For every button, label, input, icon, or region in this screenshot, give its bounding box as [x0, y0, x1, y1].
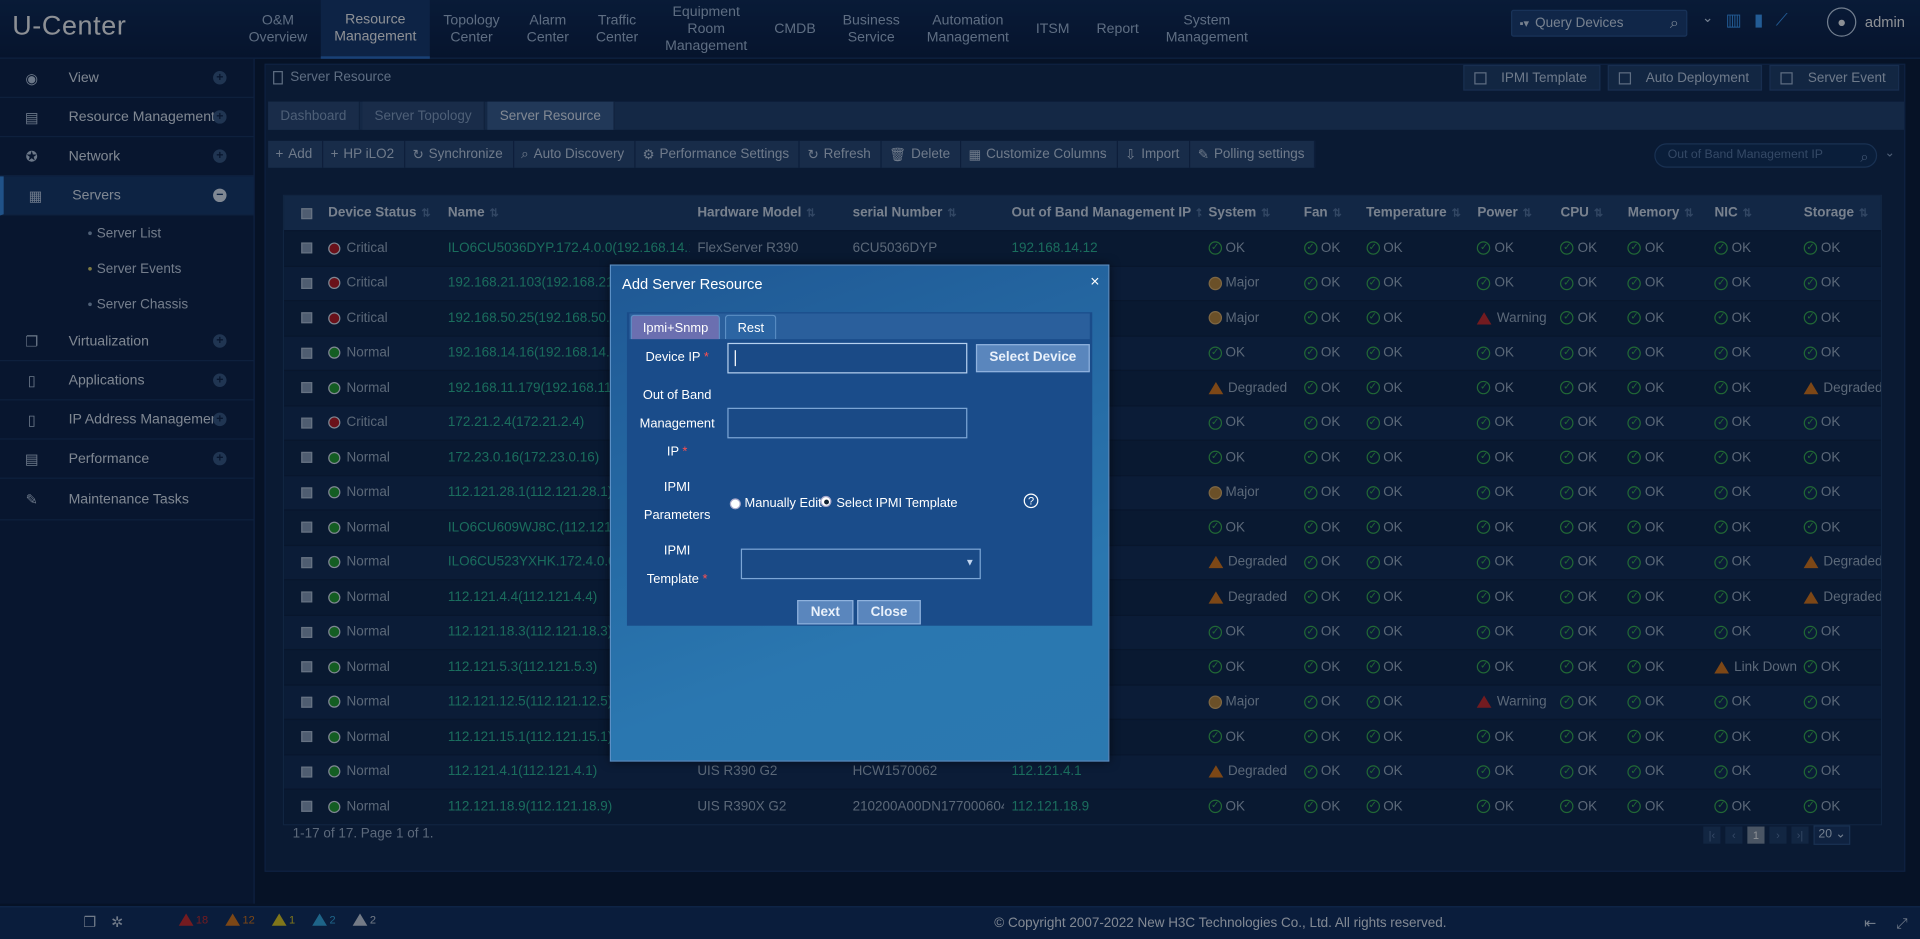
required-mark: * — [682, 444, 688, 460]
oob-ip-text: IP — [666, 444, 679, 460]
dialog-title: Add Server Resource — [622, 275, 763, 293]
oob-ip-label-line1: Out of Band — [642, 388, 712, 403]
device-ip-text: Device IP — [645, 350, 701, 365]
dialog-tabs: Ipmi+Snmp Rest — [629, 313, 1090, 340]
required-mark: * — [703, 350, 709, 365]
close-button[interactable]: Close — [857, 600, 921, 625]
close-icon[interactable]: × — [1090, 272, 1099, 290]
dialog-panel: Ipmi+Snmp Rest Device IP * Select Device… — [626, 312, 1093, 626]
required-mark: * — [702, 571, 708, 587]
ipmi-params-label-line1: IPMI — [663, 480, 691, 495]
add-server-resource-dialog: Add Server Resource × Ipmi+Snmp Rest Dev… — [609, 264, 1110, 762]
ipmi-template-label-line1: IPMI — [663, 543, 691, 559]
select-device-button[interactable]: Select Device — [975, 344, 1090, 373]
text-caret — [734, 350, 736, 367]
ipmi-template-text: Template — [646, 571, 699, 587]
manually-edit-label[interactable]: Manually Edit — [744, 496, 821, 511]
ipmi-params-label-line2: Parameters — [643, 508, 711, 523]
oob-ip-label-line3: IP * — [634, 438, 720, 466]
chevron-down-icon: ▼ — [965, 557, 975, 569]
tab-rest[interactable]: Rest — [725, 314, 777, 340]
device-ip-input[interactable] — [727, 342, 968, 374]
ipmi-template-label-line2: Template * — [634, 566, 720, 594]
app-root: U-Center O&M Overview Resource Management To… — [0, 0, 1920, 939]
oob-ip-label-line2: Management — [639, 416, 715, 432]
select-ipmi-template-label[interactable]: Select IPMI Template — [836, 496, 957, 511]
device-ip-label: Device IP * — [634, 344, 720, 372]
tab-ipmi-snmp[interactable]: Ipmi+Snmp — [630, 314, 721, 340]
select-ipmi-template-radio[interactable] — [820, 495, 832, 507]
next-button[interactable]: Next — [797, 600, 854, 625]
manually-edit-radio[interactable] — [729, 498, 741, 510]
help-icon[interactable]: ? — [1023, 493, 1039, 509]
oob-ip-input[interactable] — [727, 407, 968, 439]
ipmi-template-select[interactable]: ▼ — [740, 548, 981, 580]
